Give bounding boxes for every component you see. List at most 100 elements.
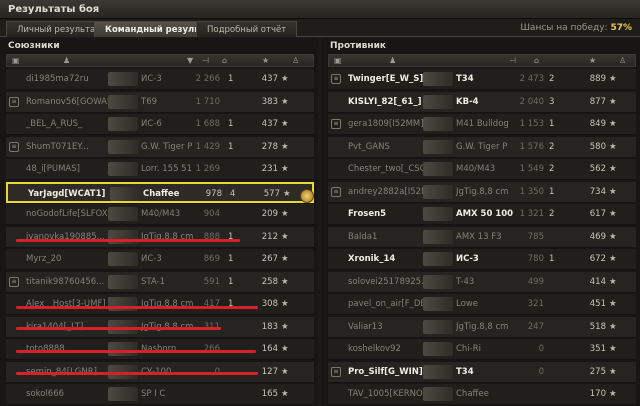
- platoon-icon: ≡: [9, 141, 19, 152]
- xp-value: 383: [261, 96, 278, 107]
- star-icon: ★: [281, 344, 289, 354]
- xp-value: 414: [589, 276, 606, 287]
- star-icon: ★: [609, 186, 617, 197]
- damage-col-icon[interactable]: ⊣: [202, 56, 209, 65]
- tank-icon: [423, 229, 453, 244]
- player-row[interactable]: _BEL_A_RUS_ ИС-6 1 688 1 437 ★: [6, 114, 314, 135]
- player-row[interactable]: sokol666 SP I C 165 ★: [6, 384, 314, 405]
- frags-value: 3: [549, 96, 555, 107]
- player-row[interactable]: 48_i[PUMAS] Lorr. 155 51 1 269 231 ★: [6, 159, 314, 180]
- star-icon: ★: [609, 231, 617, 242]
- tank-icon: [108, 387, 138, 401]
- xp-value: 577: [263, 188, 280, 199]
- xp-value: 437: [261, 119, 278, 129]
- player-row[interactable]: Myrz_20 ИС-3 869 1 267 ★: [6, 249, 314, 270]
- player-row[interactable]: YarJagd[WCAT1] Chaffee 978 4 577 ★: [6, 181, 314, 203]
- player-name: ShumT071EY...: [26, 141, 89, 152]
- xp-value: 877: [589, 96, 606, 107]
- star-icon: ★: [281, 164, 289, 174]
- star-icon: ★: [609, 164, 617, 174]
- red-underline-mark: [16, 239, 240, 242]
- damage-value: 499: [527, 276, 544, 287]
- xp-value: 617: [589, 209, 606, 219]
- player-row[interactable]: noGodofLife[SLFOX] M40/M43 904 209 ★: [6, 204, 314, 225]
- player-row[interactable]: solovei25178925... T-43 499 414 ★: [328, 271, 636, 293]
- alive-col-icon[interactable]: ♙: [292, 56, 299, 65]
- player-row[interactable]: ≡ gera1809[I52MM] M41 Bulldog 1 153 1 849 ★: [328, 114, 636, 135]
- frags-value: 1: [228, 119, 234, 129]
- player-row[interactable]: ≡ titanik98760456... STA-1 591 1 258 ★: [6, 271, 314, 293]
- platoon-col-icon[interactable]: ▣: [12, 56, 20, 65]
- xp-value: 164: [261, 344, 278, 354]
- vehicle-name: G.W. Tiger P: [456, 141, 508, 152]
- star-icon: ★: [281, 276, 289, 287]
- tab-detailed-report[interactable]: Подробный отчёт: [196, 21, 298, 37]
- damage-value: 780: [527, 254, 544, 264]
- player-row[interactable]: koshelkov92 Chi-Ri 0 351 ★: [328, 339, 636, 360]
- tank-icon: [423, 342, 453, 356]
- player-row[interactable]: Alex__Host[3-UMF] JgTig.8,8 cm 417 1 308 ★: [6, 294, 314, 315]
- player-row[interactable]: Pvt_GANS G.W. Tiger P1 576 2 580 ★: [328, 136, 636, 158]
- platoon-col-icon[interactable]: ▣: [334, 56, 342, 65]
- player-name: YarJagd[WCAT1]: [28, 188, 106, 199]
- xp-value: 258: [261, 276, 278, 287]
- star-icon: ★: [609, 74, 617, 84]
- player-row[interactable]: Frosen5 AMX 50 100 1 321 2 617 ★: [328, 204, 636, 225]
- tank-icon: [423, 252, 453, 266]
- player-row[interactable]: ≡ Romanov56[GOWAS] T69 1 710 383 ★: [6, 91, 314, 113]
- tank-icon: [423, 139, 453, 154]
- vehicle-name: T34: [456, 366, 474, 377]
- player-row[interactable]: Valiar13 JgTig.8,8 cm 247 518 ★: [328, 316, 636, 338]
- player-row[interactable]: ≡ ShumT071EY... G.W. Tiger P1 429 1 278 ★: [6, 136, 314, 158]
- player-row[interactable]: KISLYI_82[_61_] KB-4 2 040 3 877 ★: [328, 91, 636, 113]
- player-row[interactable]: ≡ andrey2882a[I52MM] JgTig.8,8 cm 1 350 1 734…: [328, 181, 636, 203]
- player-col-icon[interactable]: ♟: [389, 56, 396, 65]
- star-icon: ★: [609, 254, 617, 264]
- damage-value: 1 549: [519, 164, 544, 174]
- player-name: Myrz_20: [26, 254, 62, 264]
- title-bar: Результаты боя: [0, 0, 640, 19]
- tank-icon: [423, 184, 453, 199]
- frags-col-icon[interactable]: ⌂: [222, 56, 227, 65]
- xp-value: 231: [261, 164, 278, 174]
- vehicle-name: M41 Bulldog: [456, 119, 509, 129]
- frags-value: 1: [228, 141, 234, 152]
- xp-value: 580: [589, 141, 606, 152]
- star-icon: ★: [281, 209, 289, 219]
- platoon-icon: ≡: [331, 186, 341, 197]
- player-row[interactable]: Xronik_14 ИС-3 780 1 672 ★: [328, 249, 636, 270]
- player-row[interactable]: ≡ Twinger[E_W_S] T34 2 473 2 889 ★: [328, 69, 636, 90]
- player-row[interactable]: ivanovka190885... JgTig.8,8 cm 888 1 212 ★: [6, 226, 314, 248]
- red-underline-mark: [16, 350, 256, 353]
- xp-col-icon[interactable]: ★: [262, 56, 269, 65]
- player-row[interactable]: pavel_on_air[F_DE] Lowe 321 451 ★: [328, 294, 636, 315]
- player-row[interactable]: TAV_1005[KERNO] Chaffee 170 ★: [328, 384, 636, 405]
- star-icon: ★: [281, 119, 289, 129]
- tank-icon: [108, 342, 138, 356]
- player-row[interactable]: Chester_two[_CSC_] M40/M43 1 549 2 562 ★: [328, 159, 636, 180]
- xp-col-icon[interactable]: ★: [589, 56, 596, 65]
- player-row[interactable]: Balda1 AMX 13 F3 785 469 ★: [328, 226, 636, 248]
- alive-col-icon[interactable]: ♙: [619, 56, 626, 65]
- window-title: Результаты боя: [8, 4, 100, 15]
- tank-icon: [423, 94, 453, 109]
- frags-col-icon[interactable]: ⌂: [534, 56, 539, 65]
- player-name: titanik98760456...: [26, 276, 105, 287]
- sort-arrow-icon[interactable]: ▼: [187, 56, 193, 65]
- vehicle-name: KB-4: [456, 96, 479, 107]
- player-name: Romanov56[GOWAS]: [26, 96, 116, 107]
- player-col-icon[interactable]: ♟: [63, 56, 70, 65]
- platoon-icon: ≡: [331, 119, 341, 129]
- vehicle-name: JgTig.8,8 cm: [456, 186, 509, 197]
- vehicle-name: Chi-Ri: [456, 344, 482, 354]
- player-row[interactable]: ≡ Pro_Silf[G_WIN] T34 0 275 ★: [328, 361, 636, 383]
- player-name: 48_i[PUMAS]: [26, 164, 80, 174]
- player-row[interactable]: di1985ma72ru ИС-3 2 266 1 437 ★: [6, 69, 314, 90]
- damage-value: 0: [538, 366, 544, 377]
- frags-value: 1: [228, 74, 234, 84]
- xp-value: 437: [261, 74, 278, 84]
- damage-col-icon[interactable]: ⊣: [509, 56, 516, 65]
- enemies-title: Противник: [330, 41, 387, 51]
- star-icon: ★: [281, 321, 289, 332]
- tank-icon: [108, 252, 138, 266]
